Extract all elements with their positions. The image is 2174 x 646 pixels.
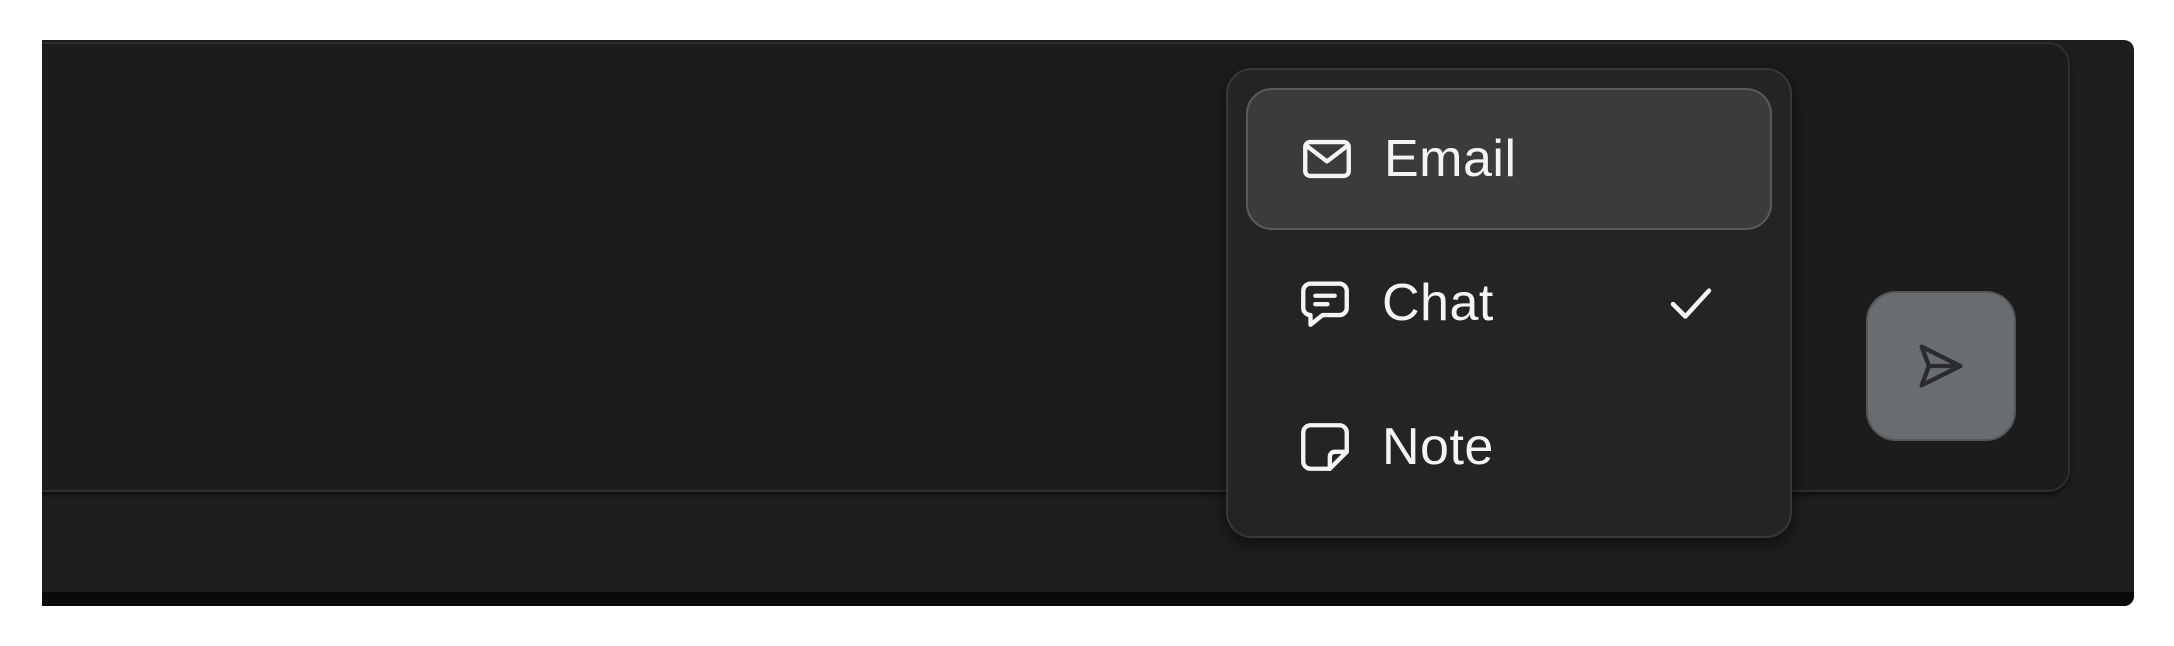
menu-item-label: Email [1384,130,1517,188]
sticky-note-icon [1296,418,1354,476]
menu-item-email[interactable]: Email [1246,88,1772,230]
checkmark-icon [1664,276,1718,330]
send-icon [1919,344,1963,388]
window-bottom-bar [42,592,2134,606]
menu-item-note[interactable]: Note [1246,376,1772,518]
channel-menu: Email Chat Note [1226,68,1792,538]
menu-item-chat[interactable]: Chat [1246,232,1772,374]
send-button[interactable] [1866,291,2016,441]
chat-bubble-icon [1296,274,1354,332]
menu-item-label: Chat [1382,274,1494,332]
app-window [42,40,2134,606]
mail-icon [1298,130,1356,188]
menu-item-label: Note [1382,418,1494,476]
